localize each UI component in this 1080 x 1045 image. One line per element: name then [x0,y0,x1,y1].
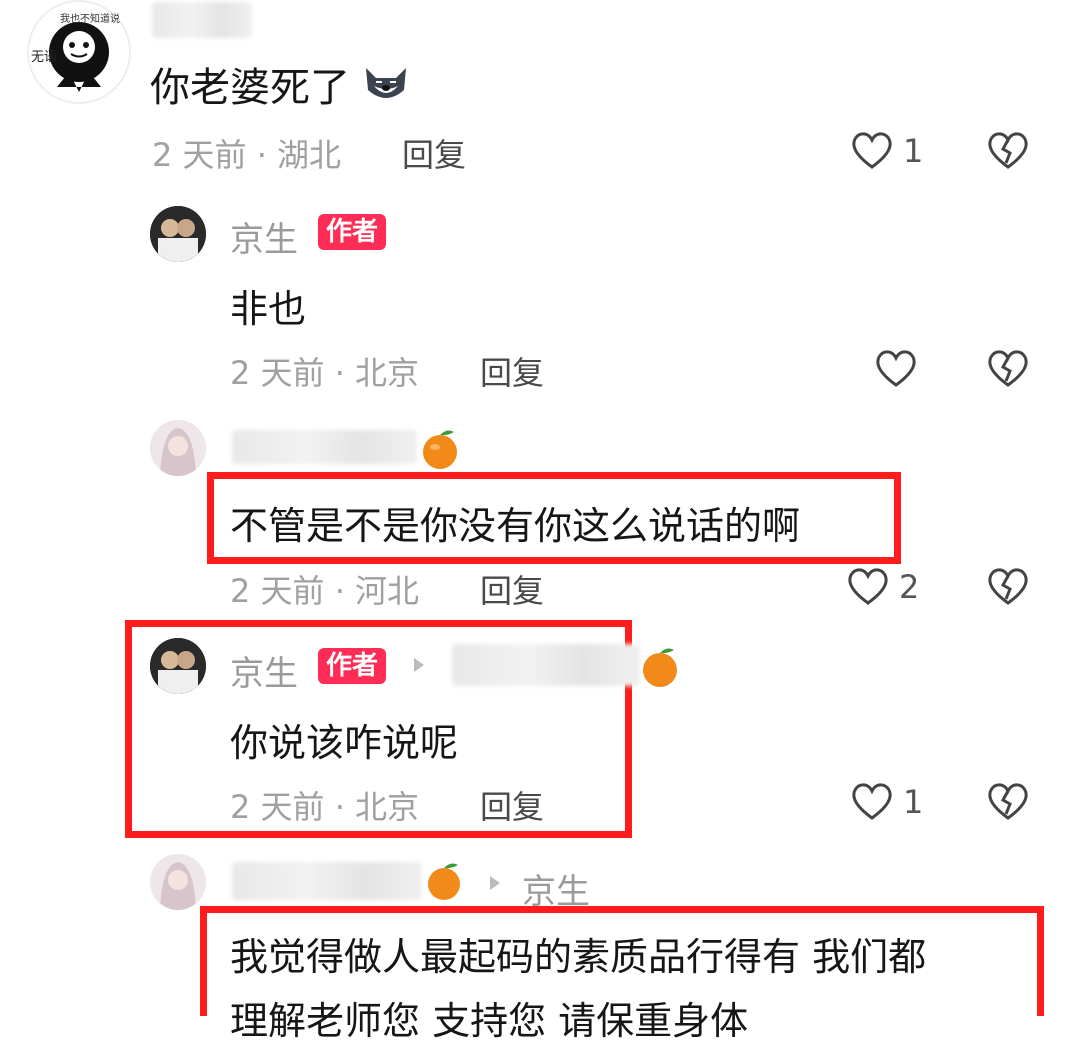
comment-1-body: 你老婆死了 [150,55,412,113]
broken-heart-icon[interactable] [986,566,1030,606]
comment-time-location: 2 天前 · 河北 [230,572,420,610]
tangerine-icon [640,642,680,688]
reply-button[interactable]: 回复 [402,130,466,176]
author-badge: 作者 [318,214,387,250]
username-blurred[interactable] [452,644,640,686]
avatar-author[interactable] [150,638,206,694]
comment-time-location: 2 天前 · 北京 [230,788,420,826]
avatar-commenter-2[interactable] [150,854,206,910]
broken-heart-icon[interactable] [986,781,1030,821]
username-blurred[interactable] [152,2,252,38]
tangerine-icon [424,858,464,902]
comment-text: 你说该咋说呢 [230,721,459,765]
broken-heart-icon[interactable] [986,130,1030,170]
comment-text: 不管是不是你没有你这么说话的啊 [230,504,801,548]
reply-button[interactable]: 回复 [480,782,544,828]
comment-time-location: 2 天前 · 北京 [230,354,420,392]
heart-icon[interactable] [874,348,918,388]
avatar-caption-left: 无语 [31,50,58,65]
username-blurred[interactable] [232,862,422,900]
heart-icon[interactable] [850,130,894,170]
broken-heart-icon[interactable] [986,348,1030,388]
author-badge: 作者 [318,648,387,684]
reply-arrow-icon [488,874,502,892]
like-count: 1 [903,132,924,170]
tangerine-icon [420,426,460,470]
dog-emoji-icon [360,58,412,110]
avatar-caption-top: 我也不知道说什么 [60,14,120,25]
comment-text-partial: 理解老师您 支持您 请保重身体 [230,999,749,1043]
author-name[interactable]: 京生 [230,646,298,695]
comment-text: 非也 [230,287,307,331]
username-blurred[interactable] [232,430,417,464]
avatar-commenter-2[interactable] [150,420,206,476]
reply-button[interactable]: 回复 [480,566,544,612]
heart-icon[interactable] [846,566,890,606]
reply-button[interactable]: 回复 [480,348,544,394]
avatar-author[interactable] [150,206,206,262]
comment-text: 你老婆死了 [150,65,350,111]
author-name[interactable]: 京生 [230,212,298,261]
heart-icon[interactable] [850,781,894,821]
comment-text: 我觉得做人最起码的素质品行得有 我们都 [230,935,927,979]
reply-arrow-icon [412,656,426,674]
like-count: 1 [903,783,924,821]
like-count: 2 [899,568,920,606]
comment-time-location: 2 天前 · 湖北 [152,136,342,174]
